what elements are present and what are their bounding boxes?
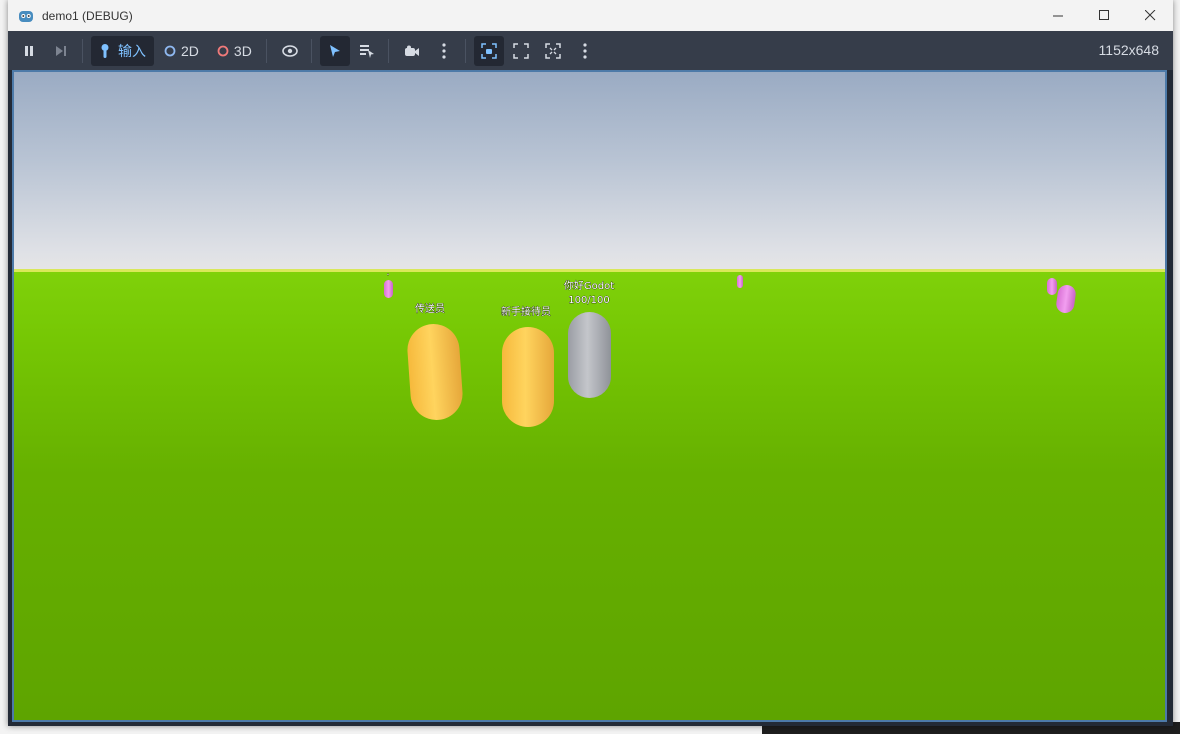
camera-button[interactable] — [397, 36, 427, 66]
2d-icon — [164, 45, 176, 56]
camera-override-icon — [481, 42, 497, 59]
visibility-button[interactable] — [275, 36, 305, 66]
enemy-capsule-far-right[interactable] — [1047, 278, 1057, 295]
mode-3d-label: 3D — [233, 42, 252, 59]
more-icon — [583, 42, 587, 59]
resolution-label: 1152x648 — [1098, 42, 1159, 58]
list-select-icon — [359, 44, 374, 58]
mode-3d-button[interactable]: 3D — [209, 36, 260, 66]
enemy-capsule-far-left[interactable]: · — [384, 270, 393, 298]
expand-button[interactable] — [506, 36, 536, 66]
debug-toolbar: 输入 2D 3D 1152x648 — [8, 31, 1173, 70]
enemy-capsule-right[interactable] — [1055, 284, 1077, 314]
select-button[interactable] — [319, 35, 350, 66]
pause-button[interactable] — [14, 36, 44, 66]
fullscreen-icon — [545, 42, 561, 59]
camera-icon — [404, 45, 419, 56]
expand-icon — [513, 42, 529, 59]
fullscreen-button[interactable] — [538, 36, 568, 66]
minimize-button[interactable] — [1035, 0, 1081, 31]
more-icon — [442, 42, 446, 59]
camera-options-button[interactable] — [429, 36, 459, 66]
window-title: demo1 (DEBUG) — [42, 8, 133, 23]
next-frame-button[interactable] — [46, 36, 76, 66]
npc-receptionist[interactable]: 新手接待员 — [501, 305, 554, 427]
npc-receptionist-label: 新手接待员 — [501, 305, 551, 318]
list-select-button[interactable] — [352, 36, 382, 66]
toolbar-separator — [82, 38, 83, 63]
mode-2d-button[interactable]: 2D — [156, 36, 207, 66]
godot-icon — [19, 10, 33, 22]
scene-layer: · 传送员 新手接待员 你好Godot 100/100 — [384, 270, 1077, 427]
svg-text:·: · — [386, 270, 389, 281]
player-capsule[interactable]: 你好Godot 100/100 — [564, 279, 615, 398]
input-button[interactable]: 输入 — [91, 35, 154, 66]
npc-teleporter-label: 传送员 — [415, 302, 445, 315]
select-icon — [329, 44, 340, 57]
mode-2d-label: 2D — [181, 42, 199, 59]
player-health-label: 100/100 — [568, 295, 610, 306]
toolbar-separator — [265, 38, 267, 63]
game-options-button[interactable] — [570, 36, 600, 66]
npc-teleporter[interactable]: 传送员 — [406, 302, 465, 422]
close-button[interactable] — [1127, 0, 1173, 31]
input-icon — [101, 43, 109, 58]
title-bar[interactable]: demo1 (DEBUG) — [8, 0, 1173, 31]
minimize-icon — [1052, 15, 1063, 17]
close-icon — [1144, 10, 1155, 21]
next-frame-icon — [56, 45, 66, 56]
input-label: 输入 — [118, 42, 146, 59]
game-window: demo1 (DEBUG) 输入 2D 3D 1152x648 · 传送员 新手… — [8, 0, 1173, 726]
player-name-label: 你好Godot — [564, 279, 614, 292]
pause-icon — [25, 45, 33, 56]
enemy-capsule-far-center[interactable] — [737, 275, 743, 288]
eye-icon — [282, 44, 298, 57]
toolbar-separator — [387, 38, 389, 63]
maximize-icon — [1098, 10, 1109, 20]
game-viewport[interactable]: · 传送员 新手接待员 你好Godot 100/100 — [12, 70, 1167, 722]
3d-icon — [217, 45, 229, 56]
toolbar-separator — [310, 38, 312, 63]
toolbar-separator — [464, 38, 466, 63]
camera-override-button[interactable] — [473, 35, 504, 66]
maximize-button[interactable] — [1081, 0, 1127, 31]
